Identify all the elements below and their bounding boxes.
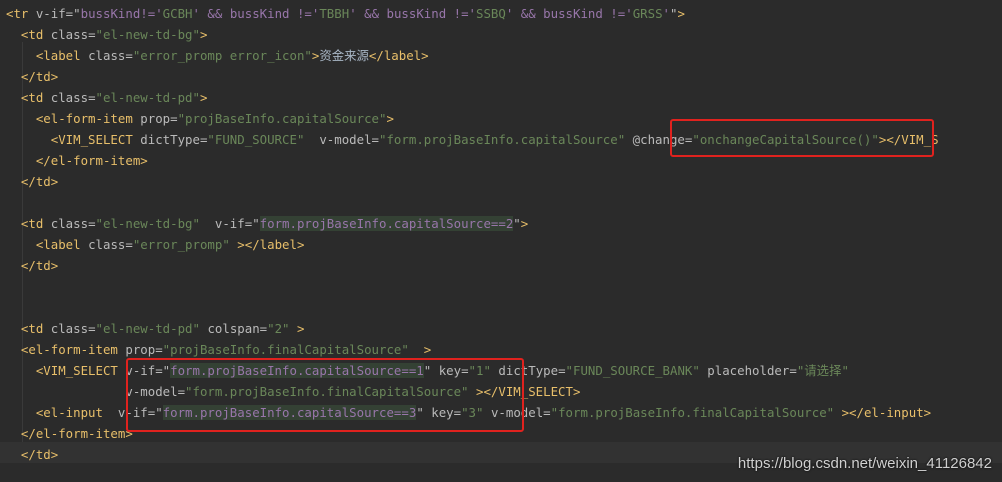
code-line[interactable]: <td class="el-new-td-pd" colspan="2" > xyxy=(6,318,305,339)
code-token: </el-form-item> xyxy=(6,153,148,168)
code-token: > xyxy=(677,6,685,21)
code-token: dictType= xyxy=(140,132,208,147)
code-line[interactable]: </td> xyxy=(6,171,58,192)
code-line[interactable]: <tr v-if="bussKind!='GCBH' && bussKind !… xyxy=(6,3,685,24)
code-token: v-if=" xyxy=(35,6,81,21)
code-token: </td> xyxy=(6,258,59,273)
code-token: class= xyxy=(50,216,96,231)
code-token: </label> xyxy=(368,48,429,63)
watermark: https://blog.csdn.net/weixin_41126842 xyxy=(737,455,992,472)
code-token: class= xyxy=(88,237,133,252)
code-token: prop= xyxy=(125,342,163,357)
code-token: > xyxy=(408,342,432,357)
code-token: ' && bussKind !=' xyxy=(505,6,633,21)
code-token: <el-input xyxy=(6,405,118,420)
code-editor[interactable]: <tr v-if="bussKind!='GCBH' && bussKind !… xyxy=(0,0,1002,482)
code-token: v-model= xyxy=(319,132,380,147)
change-handler-highlight xyxy=(670,119,934,157)
code-token: "el-new-td-bg" xyxy=(95,27,200,42)
code-token: GRSS xyxy=(632,6,663,21)
code-line[interactable]: <label class="error_promp" ></label> xyxy=(6,234,305,255)
code-token: v-if=" xyxy=(214,216,260,231)
code-token: "form.projBaseInfo.finalCapitalSource" xyxy=(550,405,835,420)
code-token: "请选择" xyxy=(796,363,849,378)
code-token: "el-new-td-pd" xyxy=(95,321,200,336)
code-token: <label xyxy=(6,48,89,63)
code-token: <td xyxy=(6,27,51,42)
code-token: ' && bussKind !=' xyxy=(349,6,477,21)
code-token: "error_promp error_icon" xyxy=(132,48,312,63)
code-token: <tr xyxy=(6,6,36,21)
code-token: class= xyxy=(88,48,133,63)
code-token: "FUND_SOURCE_BANK" xyxy=(565,363,700,378)
code-token: prop= xyxy=(140,111,178,126)
code-line[interactable]: </td> xyxy=(6,255,58,276)
code-token: <el-form-item xyxy=(6,342,126,357)
code-token: > xyxy=(520,216,529,231)
code-token: > xyxy=(199,27,208,42)
code-token: <td xyxy=(6,90,51,105)
code-line[interactable]: <el-form-item prop="projBaseInfo.finalCa… xyxy=(6,339,431,360)
code-token: <VIM_SELECT xyxy=(6,363,126,378)
code-token: "el-new-td-pd" xyxy=(95,90,200,105)
code-token: "2" xyxy=(267,321,290,336)
code-line[interactable]: <label class="error_promp error_icon">资金… xyxy=(6,45,429,66)
code-line[interactable]: </el-form-item> xyxy=(6,423,133,444)
code-line[interactable]: <td class="el-new-td-pd"> xyxy=(6,87,208,108)
code-token: "projBaseInfo.finalCapitalSource" xyxy=(162,342,409,357)
code-token: form.projBaseInfo.capitalSource==2 xyxy=(259,216,514,231)
code-line[interactable]: </el-form-item> xyxy=(6,150,148,171)
code-token: class= xyxy=(50,321,96,336)
code-token: <label xyxy=(6,237,89,252)
code-token: "el-new-td-bg" xyxy=(95,216,200,231)
code-line[interactable]: <td class="el-new-td-bg"> xyxy=(6,24,208,45)
code-token: ' && bussKind !=' xyxy=(192,6,320,21)
code-token: TBBH xyxy=(319,6,350,21)
code-token: "FUND_SOURCE" xyxy=(207,132,305,147)
code-token: SSBQ xyxy=(476,6,506,21)
code-token: "projBaseInfo.capitalSource" xyxy=(177,111,387,126)
code-token: "error_promp" xyxy=(132,237,230,252)
code-token: <VIM_SELECT xyxy=(6,132,141,147)
code-token: > xyxy=(289,321,305,336)
code-token: "form.projBaseInfo.capitalSource" xyxy=(379,132,626,147)
code-token: colspan= xyxy=(207,321,268,336)
code-token: ></label> xyxy=(229,237,305,252)
code-token: </el-form-item> xyxy=(6,426,133,441)
code-token: class= xyxy=(50,27,96,42)
code-line[interactable]: </td> xyxy=(6,444,58,465)
code-token: class= xyxy=(50,90,96,105)
code-token: </td> xyxy=(6,174,59,189)
code-line[interactable]: </td> xyxy=(6,66,58,87)
code-token: GCBH xyxy=(162,6,193,21)
code-token: ' xyxy=(662,6,670,21)
code-token: <el-form-item xyxy=(6,111,141,126)
code-token: bussKind!=' xyxy=(80,6,163,21)
code-token: placeholder= xyxy=(707,363,797,378)
conditional-select-highlight xyxy=(126,358,524,432)
code-token: ></el-input> xyxy=(841,405,932,420)
code-token: > xyxy=(199,90,208,105)
code-token: <td xyxy=(6,321,51,336)
code-token: </td> xyxy=(6,447,59,462)
code-token: > xyxy=(386,111,394,126)
code-line[interactable]: <td class="el-new-td-bg" v-if="form.proj… xyxy=(6,213,528,234)
code-token: </td> xyxy=(6,69,59,84)
code-token: <td xyxy=(6,216,51,231)
code-line[interactable]: <el-form-item prop="projBaseInfo.capital… xyxy=(6,108,394,129)
code-token: " xyxy=(513,216,521,231)
code-token: 资金来源 xyxy=(319,48,369,63)
